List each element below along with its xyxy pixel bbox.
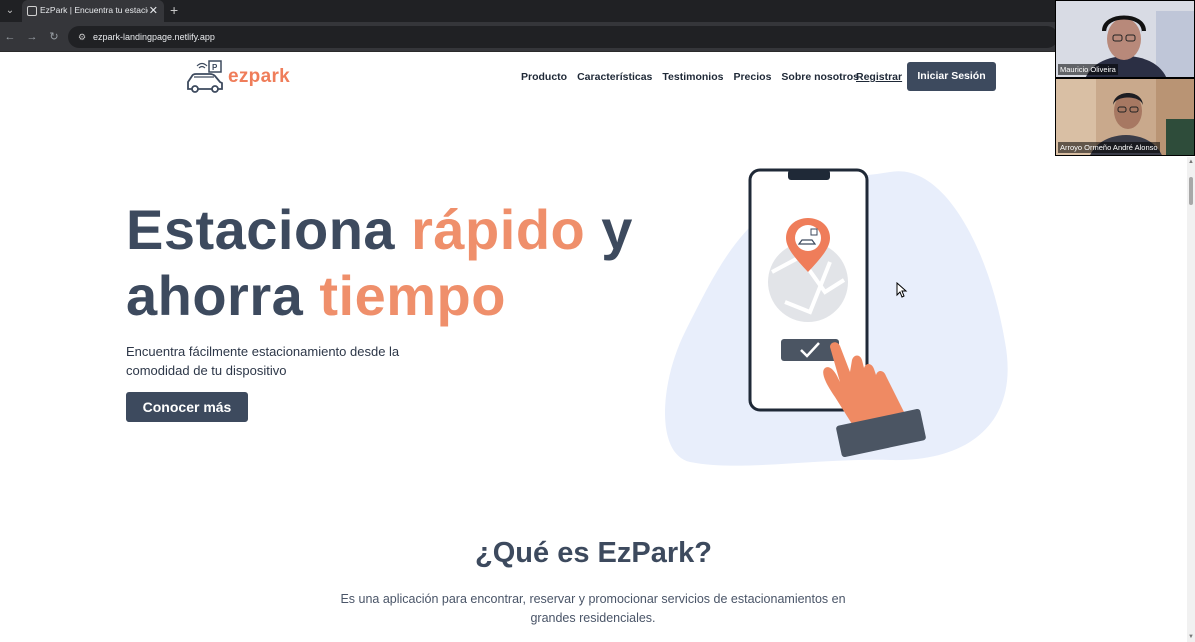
nav-item-precios[interactable]: Precios [733, 71, 771, 83]
address-bar: ← → ↻ ⚙ ezpark-landingpage.netlify.app [0, 22, 1195, 52]
nav-item-sobre-nosotros[interactable]: Sobre nosotros [781, 71, 859, 83]
svg-text:P: P [212, 63, 218, 72]
tab-menu-icon[interactable]: ⌄ [2, 3, 18, 19]
about-text-line1: Es una aplicación para encontrar, reserv… [340, 592, 846, 606]
hero-title-accent1: rápido [411, 198, 586, 261]
hero-subtitle-line1: Encuentra fácilmente estacionamiento des… [126, 344, 400, 359]
scroll-up-icon[interactable]: ▲ [1188, 159, 1194, 165]
hero-title-part1: Estaciona [126, 198, 412, 261]
page-scrollbar[interactable]: ▲ ▼ [1187, 157, 1195, 642]
url-field[interactable]: ⚙ ezpark-landingpage.netlify.app [68, 26, 1058, 48]
car-parking-logo: P [187, 60, 223, 93]
login-button[interactable]: Iniciar Sesión [907, 62, 996, 91]
hero-subtitle-line2: comodidad de tu dispositivo [126, 363, 287, 378]
hero-title-accent2: tiempo [319, 264, 506, 327]
nav-item-testimonios[interactable]: Testimonios [662, 71, 723, 83]
close-icon[interactable]: ✕ [149, 3, 158, 19]
cursor-icon [896, 282, 908, 298]
hero-subtitle: Encuentra fácilmente estacionamiento des… [126, 342, 446, 380]
url-text: ezpark-landingpage.netlify.app [93, 32, 215, 42]
hero-title-part3: ahorra [126, 264, 320, 327]
about-text: Es una aplicación para encontrar, reserv… [338, 590, 848, 628]
browser-tab-bar: ⌄ EzPark | Encuentra tu estacionar ✕ + [0, 0, 1195, 22]
scroll-thumb[interactable] [1189, 177, 1193, 205]
about-title: ¿Qué es EzPark? [475, 537, 712, 569]
participant-name-2: Arroyo Ormeño André Alonso [1058, 142, 1160, 153]
tab-favicon-icon [27, 6, 37, 16]
browser-tab[interactable]: EzPark | Encuentra tu estacionar ✕ [22, 0, 164, 22]
forward-icon[interactable]: → [24, 29, 40, 45]
logo[interactable]: P ezpark [185, 60, 305, 94]
tab-title: EzPark | Encuentra tu estacionar [40, 5, 148, 15]
hero-title-part2: y [585, 198, 633, 261]
page: P ezpark Producto Características Testim… [0, 52, 1187, 642]
reload-icon[interactable]: ↻ [46, 29, 62, 45]
participant-video-2[interactable]: Arroyo Ormeño André Alonso [1055, 78, 1195, 156]
participant-name-1: Mauricio Oliveira [1058, 64, 1118, 75]
hero-title: Estaciona rápido y ahorra tiempo [126, 197, 633, 329]
participant-video-1[interactable]: Mauricio Oliveira [1055, 0, 1195, 78]
site-settings-icon[interactable]: ⚙ [76, 31, 88, 43]
logo-text: ezpark [228, 66, 291, 87]
main-nav: Producto Características Testimonios Pre… [521, 71, 859, 83]
phone-illustration [665, 168, 1008, 466]
plus-icon[interactable]: + [170, 2, 178, 18]
about-text-line2: grandes residenciales. [530, 611, 656, 625]
scroll-down-icon[interactable]: ▼ [1188, 634, 1194, 640]
nav-item-producto[interactable]: Producto [521, 71, 567, 83]
back-icon[interactable]: ← [2, 29, 18, 45]
nav-item-caracteristicas[interactable]: Características [577, 71, 652, 83]
learn-more-button[interactable]: Conocer más [126, 392, 248, 422]
register-link[interactable]: Registrar [856, 71, 902, 83]
